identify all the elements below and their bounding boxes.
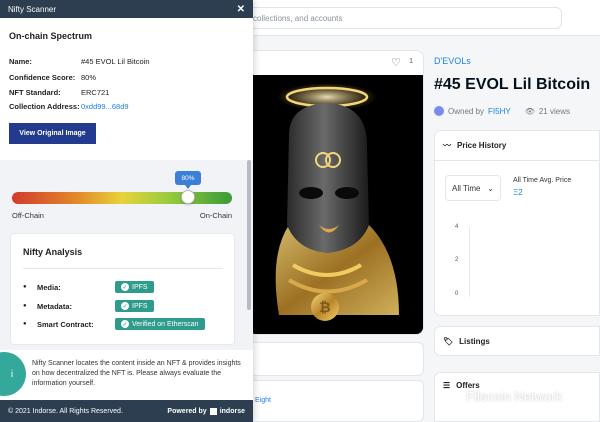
- eye-icon: 👁: [524, 106, 535, 116]
- nifty-analysis-card: Nifty Analysis ● Media: ✓ IPFS ● Metadat…: [10, 233, 235, 345]
- spectrum-thumb: [181, 190, 195, 204]
- panel-footer: © 2021 Indorse. All Rights Reserved. Pow…: [0, 400, 253, 422]
- field-label: NFT Standard:: [9, 88, 61, 97]
- axis-tick: 4: [455, 224, 459, 230]
- analysis-title: Nifty Analysis: [23, 247, 83, 257]
- field-standard: NFT Standard: ERC721: [9, 88, 109, 97]
- time-filter-select[interactable]: All Time ⌄: [445, 175, 501, 201]
- balaclava-figure-art: ₿: [249, 75, 423, 334]
- analysis-row-metadata: ● Metadata: ✓ IPFS: [23, 300, 154, 312]
- owner-row: Owned by FI5HY 👁 21 views: [434, 106, 570, 116]
- check-icon: ✓: [121, 283, 129, 291]
- info-text: Nifty Scanner locates the content inside…: [32, 360, 241, 387]
- details-link[interactable]: Eight: [255, 397, 271, 404]
- field-name: Name: #45 EVOL Lil Bitcoin: [9, 57, 150, 66]
- check-icon: ✓: [121, 320, 129, 328]
- collection-address-link[interactable]: 0xdd99...68d9: [81, 102, 129, 111]
- field-collection-address: Collection Address: 0xdd99...68d9: [9, 102, 129, 111]
- view-original-image-button[interactable]: View Original Image: [9, 123, 96, 144]
- divider: [23, 268, 223, 269]
- bullet-icon: ●: [23, 303, 27, 309]
- info-section: i Nifty Scanner locates the content insi…: [0, 350, 253, 400]
- field-value: 80%: [81, 73, 97, 82]
- listings-label: Listings: [459, 336, 490, 346]
- status-badge[interactable]: ✓ IPFS: [115, 300, 154, 312]
- axis-tick: 2: [455, 257, 459, 263]
- nft-image[interactable]: ₿: [249, 75, 423, 334]
- field-label: Confidence Score:: [9, 73, 76, 82]
- like-bar: ♡ 1: [249, 51, 423, 75]
- listings-panel[interactable]: 🏷 Listings: [434, 326, 600, 356]
- view-count: 21 views: [538, 106, 570, 116]
- info-icon: i: [0, 352, 26, 396]
- field-label: Collection Address:: [9, 102, 80, 111]
- watermark-text: Filecoin Network: [466, 388, 563, 404]
- bullet-icon: ●: [23, 284, 27, 290]
- owner-link[interactable]: FI5HY: [488, 107, 511, 116]
- analysis-row-smart-contract: ● Smart Contract: ✓ Verified on Ethersca…: [23, 318, 205, 330]
- badge-text: IPFS: [132, 283, 148, 291]
- watermark: Filecoin Network: [446, 388, 562, 404]
- tag-icon: 🏷: [443, 336, 454, 346]
- section-title: On-chain Spectrum: [9, 31, 93, 41]
- search-input[interactable]: collections, and accounts: [240, 7, 562, 29]
- analysis-label: Metadata:: [37, 301, 73, 311]
- nft-title: #45 EVOL Lil Bitcoin: [434, 76, 591, 93]
- confidence-tooltip: 80%: [175, 171, 201, 185]
- avg-price-value: Ξ2: [513, 188, 523, 197]
- trend-icon: 〰: [443, 141, 451, 150]
- field-confidence: Confidence Score: 80%: [9, 73, 96, 82]
- field-label: Name:: [9, 57, 32, 66]
- on-chain-label: On-Chain: [199, 211, 232, 220]
- scrollbar[interactable]: [247, 160, 251, 310]
- time-filter-value: All Time: [452, 183, 481, 193]
- owned-by-label: Owned by: [448, 106, 485, 116]
- chart-axis: [469, 227, 470, 297]
- close-icon[interactable]: ✕: [237, 4, 245, 15]
- collection-link[interactable]: D'EVOLs: [434, 56, 471, 66]
- field-value: #45 EVOL Lil Bitcoin: [81, 57, 150, 66]
- nifty-scanner-panel: Nifty Scanner ✕ On-chain Spectrum Name: …: [0, 0, 253, 422]
- panel-header: Nifty Scanner ✕: [0, 0, 253, 18]
- powered-by[interactable]: Powered by indorse: [167, 407, 245, 415]
- status-badge[interactable]: ✓ Verified on Etherscan: [115, 318, 205, 330]
- chevron-down-icon: ⌄: [487, 183, 494, 193]
- axis-tick: 0: [455, 291, 459, 297]
- price-history-label: Price History: [457, 141, 507, 150]
- badge-text: Verified on Etherscan: [132, 320, 199, 328]
- details-card: Eight: [248, 380, 424, 422]
- brand-name: indorse: [219, 407, 245, 415]
- avg-price-label: All Time Avg. Price: [513, 177, 572, 184]
- price-history-panel: 〰 Price History All Time ⌄ All Time Avg.…: [434, 130, 600, 316]
- price-history-header[interactable]: 〰 Price History: [435, 131, 599, 161]
- avatar: [434, 106, 444, 116]
- nft-image-card: ♡ 1 ₿: [248, 50, 424, 335]
- heart-icon[interactable]: ♡: [391, 56, 401, 69]
- analysis-label: Media:: [37, 282, 61, 292]
- bullet-icon: ●: [23, 321, 27, 327]
- indorse-logo-icon: [209, 407, 217, 415]
- status-badge[interactable]: ✓ IPFS: [115, 281, 154, 293]
- copyright-text: © 2021 Indorse. All Rights Reserved.: [8, 407, 123, 415]
- panel-title: Nifty Scanner: [8, 4, 57, 14]
- tooltip-arrow: [185, 185, 191, 189]
- badge-text: IPFS: [132, 302, 148, 310]
- svg-text:₿: ₿: [319, 299, 330, 315]
- like-count: 1: [409, 58, 413, 65]
- field-value: ERC721: [81, 88, 110, 97]
- analysis-row-media: ● Media: ✓ IPFS: [23, 281, 154, 293]
- analysis-label: Smart Contract:: [37, 319, 94, 329]
- check-icon: ✓: [121, 302, 129, 310]
- powered-by-label: Powered by: [167, 407, 207, 415]
- filecoin-logo-icon: [446, 388, 462, 404]
- description-card: [248, 342, 424, 376]
- spectrum-bar: [12, 192, 232, 204]
- off-chain-label: Off-Chain: [12, 211, 44, 220]
